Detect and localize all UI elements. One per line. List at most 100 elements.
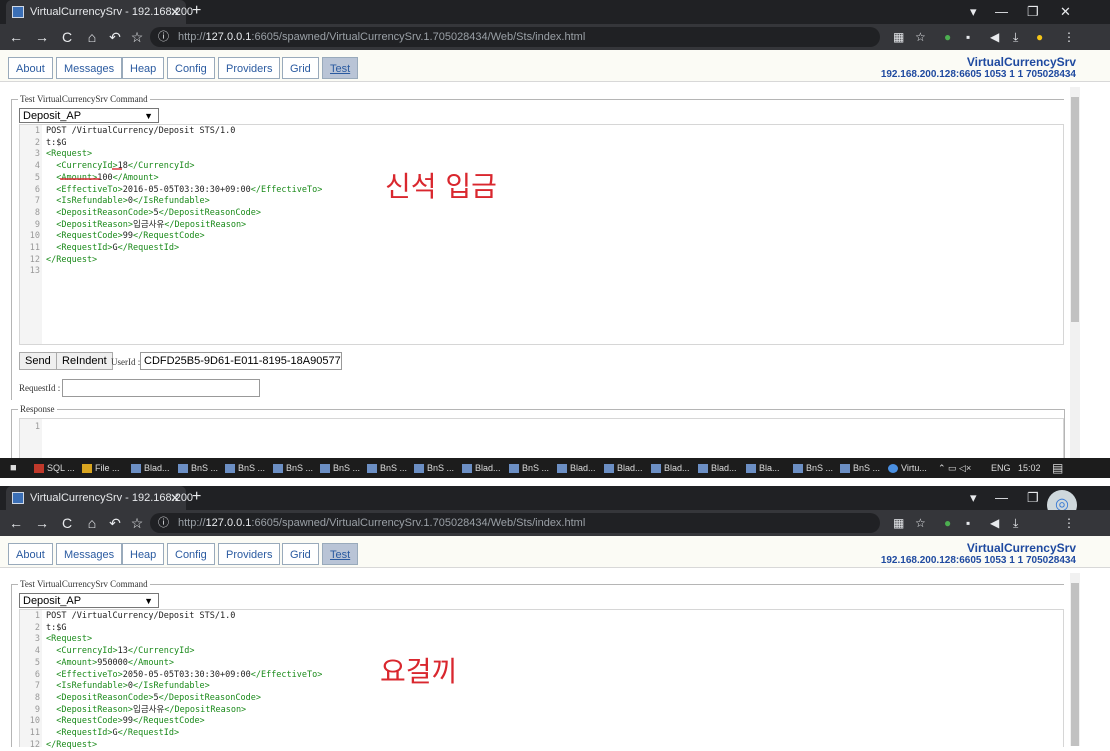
home-icon[interactable]: ⌂	[82, 24, 102, 50]
send-button[interactable]: Send	[19, 352, 57, 370]
taskbar-item[interactable]: BnS ...	[414, 458, 454, 478]
new-tab-icon[interactable]: +	[192, 0, 201, 22]
code-text: <RequestId>G</RequestId>	[56, 243, 180, 253]
taskbar-item[interactable]: Blad...	[604, 458, 643, 478]
command-select[interactable]: Deposit_AP ▼	[19, 593, 159, 608]
taskbar-item[interactable]: BnS ...	[178, 458, 218, 478]
reload-icon[interactable]: C	[57, 24, 77, 50]
code-text: <Amount>950000</Amount>	[56, 657, 174, 668]
nav-config[interactable]: Config	[167, 57, 215, 79]
tray-icons[interactable]: ⌃ ▭ ◁×	[938, 458, 971, 478]
minimize-icon[interactable]: —	[995, 486, 1008, 510]
back-icon[interactable]: ←	[6, 24, 26, 50]
address-bar[interactable]: ⓘ http://127.0.0.1:6605/spawned/VirtualC…	[150, 513, 880, 533]
nav-messages[interactable]: Messages	[56, 57, 123, 79]
taskbar-item-label: BnS ...	[522, 463, 550, 473]
tab-search-icon[interactable]: ▾	[970, 486, 977, 510]
nav-providers[interactable]: Providers	[218, 57, 281, 79]
history-icon[interactable]: ↶	[105, 510, 125, 536]
history-icon[interactable]: ↶	[105, 24, 125, 50]
star-icon[interactable]: ☆	[915, 24, 926, 50]
nav-providers[interactable]: Providers	[218, 543, 281, 565]
request-editor-2[interactable]: 1 POST /VirtualCurrency/Deposit STS/1.0 2 t…	[19, 609, 1064, 750]
taskbar-item[interactable]: BnS ...	[367, 458, 407, 478]
taskbar-item[interactable]: Blad...	[462, 458, 501, 478]
page-scrollbar[interactable]	[1070, 87, 1080, 458]
taskbar-item[interactable]: Blad...	[557, 458, 596, 478]
download-icon[interactable]: ⤓	[1013, 24, 1018, 50]
home-icon[interactable]: ⌂	[82, 510, 102, 536]
taskbar-item[interactable]: BnS ...	[225, 458, 265, 478]
clock[interactable]: 15:02	[1018, 458, 1041, 478]
nav-about[interactable]: About	[8, 543, 53, 565]
command-select[interactable]: Deposit_AP ▼	[19, 108, 159, 123]
taskbar-item[interactable]: BnS ...	[273, 458, 313, 478]
minimize-icon[interactable]: —	[995, 0, 1008, 24]
taskbar-item[interactable]: Blad...	[698, 458, 737, 478]
restore-icon[interactable]: ❐	[1027, 0, 1039, 24]
profile-avatar[interactable]: ●	[1036, 24, 1043, 50]
close-window-icon[interactable]: ✕	[1060, 0, 1071, 24]
taskbar-item[interactable]: File ...	[82, 458, 120, 478]
reindent-button[interactable]: ReIndent	[56, 352, 113, 370]
notifications-icon[interactable]: ▤	[1052, 458, 1063, 478]
star-icon[interactable]: ☆	[915, 510, 926, 536]
address-bar[interactable]: ⓘ http://127.0.0.1:6605/spawned/VirtualC…	[150, 27, 880, 47]
userid-input[interactable]: CDFD25B5-9D61-E011-8195-18A90577F94	[140, 352, 342, 370]
nav-test[interactable]: Test	[322, 57, 359, 79]
taskbar-item[interactable]: SQL ...	[34, 458, 75, 478]
menu-kebab-icon[interactable]: ⋮	[1063, 24, 1075, 50]
qr-icon[interactable]: ▦	[893, 24, 904, 50]
bookmark-star-icon[interactable]: ☆	[127, 510, 147, 536]
app-icon	[793, 464, 803, 474]
nav-about[interactable]: About	[8, 57, 53, 79]
taskbar-item[interactable]: BnS ...	[840, 458, 880, 478]
forward-icon[interactable]: →	[32, 24, 52, 50]
page-scrollbar-2[interactable]	[1070, 573, 1080, 746]
menu-kebab-icon[interactable]: ⋮	[1063, 510, 1075, 536]
bookmark-star-icon[interactable]: ☆	[127, 24, 147, 50]
close-tab-icon[interactable]: ✕	[170, 486, 180, 510]
language-indicator[interactable]: ENG	[991, 458, 1011, 478]
nav-test[interactable]: Test	[322, 543, 359, 565]
new-tab-icon[interactable]: +	[192, 486, 201, 508]
shield-extension-icon[interactable]: ●	[944, 510, 951, 536]
taskbar-item[interactable]: Bla...	[746, 458, 780, 478]
back-icon[interactable]: ←	[6, 510, 26, 536]
nav-heap[interactable]: Heap	[122, 543, 165, 565]
taskbar-item[interactable]: BnS ...	[509, 458, 549, 478]
response-editor[interactable]: 1	[19, 418, 1064, 460]
chevron-down-icon: ▼	[144, 111, 153, 121]
browser-tab[interactable]: VirtualCurrencySrv - 192.168.200 ✕	[6, 486, 193, 510]
nav-heap[interactable]: Heap	[122, 57, 165, 79]
taskbar-item[interactable]: BnS ...	[320, 458, 360, 478]
tab-search-icon[interactable]: ▾	[970, 0, 977, 24]
response-fieldset-label: Response	[18, 404, 57, 414]
taskbar-item[interactable]: Virtu...	[888, 458, 927, 478]
forward-icon[interactable]: →	[32, 510, 52, 536]
scrollbar-thumb[interactable]	[1071, 583, 1079, 746]
request-editor[interactable]: 1 POST /VirtualCurrency/Deposit STS/1.0 2 t…	[19, 124, 1064, 345]
taskbar-item[interactable]: Blad...	[131, 458, 170, 478]
nav-grid[interactable]: Grid	[282, 57, 319, 79]
nav-messages[interactable]: Messages	[56, 543, 123, 565]
extension-icon[interactable]: ▪	[966, 24, 970, 50]
browser-tab[interactable]: VirtualCurrencySrv - 192.168.200 ✕	[6, 0, 193, 24]
mute-icon[interactable]: ◀	[990, 24, 999, 50]
extension-icon[interactable]: ▪	[966, 510, 970, 536]
qr-icon[interactable]: ▦	[893, 510, 904, 536]
nav-config[interactable]: Config	[167, 543, 215, 565]
reload-icon[interactable]: C	[57, 510, 77, 536]
taskbar-item-label: BnS ...	[238, 463, 266, 473]
requestid-input[interactable]	[62, 379, 260, 397]
taskbar-item[interactable]: BnS ...	[793, 458, 833, 478]
taskbar-item[interactable]: Blad...	[651, 458, 690, 478]
nav-grid[interactable]: Grid	[282, 543, 319, 565]
mute-icon[interactable]: ◀	[990, 510, 999, 536]
restore-icon[interactable]: ❐	[1027, 486, 1039, 510]
close-tab-icon[interactable]: ✕	[170, 0, 180, 24]
shield-extension-icon[interactable]: ●	[944, 24, 951, 50]
download-icon[interactable]: ⤓	[1013, 510, 1018, 536]
windows-start-icon[interactable]: ■	[10, 458, 17, 478]
scrollbar-thumb[interactable]	[1071, 97, 1079, 322]
